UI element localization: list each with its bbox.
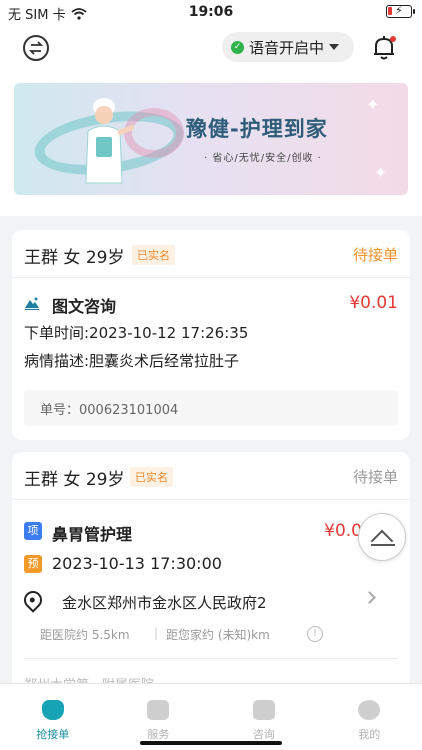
tab-profile[interactable]: 我的 [317,684,422,750]
verified-badge: 已实名 [130,467,173,487]
order-card-header: 王群 女 29岁 已实名 待接单 [12,452,410,500]
tab-grab-order[interactable]: 抢接单 [0,684,106,750]
switch-icon[interactable] [23,35,49,61]
patient-info: 王群 女 29岁 [24,243,124,268]
order-card-header: 王群 女 29岁 已实名 待接单 [12,230,410,278]
nurse-illustration [85,98,134,184]
distance-hospital: 距医院约 5.5km [40,628,130,642]
scroll-top-button[interactable] [358,513,406,561]
bottom-tab-bar: 抢接单 服务 咨询 我的 [0,683,422,750]
chat-service-icon [25,297,39,310]
appointment-tag: 预 [24,555,42,573]
distance-home: 距您家约 (未知)km [166,628,270,642]
order-status: 待接单 [352,246,398,264]
tab-label: 我的 [358,728,381,741]
patient-gender: 女 [63,248,81,268]
illness-description: 病情描述:胆囊炎术后经常拉肚子 [24,352,240,370]
service-address[interactable]: 金水区郑州市金水区人民政府2 [62,592,267,613]
promo-banner[interactable]: ✦ ✦ 豫健-护理到家 · 省心/无忧/安全/创收 · [14,83,408,195]
appointment-time: 2023-10-13 17:30:00 [52,554,222,573]
tab-label: 咨询 [252,728,275,741]
top-header: ✓ 语音开启中 [0,24,422,74]
order-price: ¥0.0 [324,521,362,541]
info-icon[interactable]: ! [307,626,323,642]
patient-gender: 女 [63,470,81,490]
service-name: 鼻胃管护理 [52,525,133,544]
divider [24,658,398,659]
patient-age: 29岁 [85,248,125,268]
item-tag: 项 [24,522,42,540]
order-price: ¥0.01 [349,293,398,313]
clock: 19:06 [188,4,234,20]
home-indicator [140,741,282,745]
profile-icon [358,700,381,720]
battery-icon: ⚡ [386,4,415,18]
check-circle-icon: ✓ [231,40,244,54]
voice-label: 语音开启中 [249,38,325,57]
order-time: 下单时间:2023-10-12 17:26:35 [24,324,249,342]
status-bar: 无 SIM 卡 19:06 ⚡ [0,0,422,24]
sparkle-icon: ✦ [366,95,380,114]
banner-area: ✦ ✦ 豫健-护理到家 · 省心/无忧/安全/创收 · [0,74,422,216]
order-status: 待接单 [352,468,398,486]
tab-label: 抢接单 [36,728,70,741]
grab-order-icon [41,700,64,720]
voice-toggle[interactable]: ✓ 语音开启中 [222,32,354,62]
order-number: 单号：000623101004 [24,390,398,426]
banner-title: 豫健-护理到家 [186,117,328,141]
location-pin-icon [20,587,46,613]
order-card[interactable]: 王群 女 29岁 已实名 待接单 项 鼻胃管护理 ¥0.0 预 2023-10-… [12,452,410,692]
verified-badge: 已实名 [132,245,175,265]
patient-name: 王群 [24,248,58,268]
consult-icon [252,700,275,720]
service-icon [147,700,170,720]
banner-subtitle: · 省心/无忧/安全/创收 · [204,153,322,164]
notification-button[interactable] [371,34,397,62]
unread-dot [390,36,396,42]
service-name: 图文咨询 [52,297,117,316]
order-card[interactable]: 王群 女 29岁 已实名 待接单 图文咨询 ¥0.01 下单时间:2023-10… [12,230,410,440]
patient-info: 王群 女 29岁 [24,465,124,490]
sparkle-icon: ✦ [374,163,388,182]
patient-name: 王群 [24,470,58,490]
tab-label: 服务 [147,728,170,741]
caret-down-icon [329,44,340,50]
chevron-right-icon[interactable] [363,591,376,604]
patient-age: 29岁 [85,470,125,490]
distance-separator: | [154,626,159,640]
